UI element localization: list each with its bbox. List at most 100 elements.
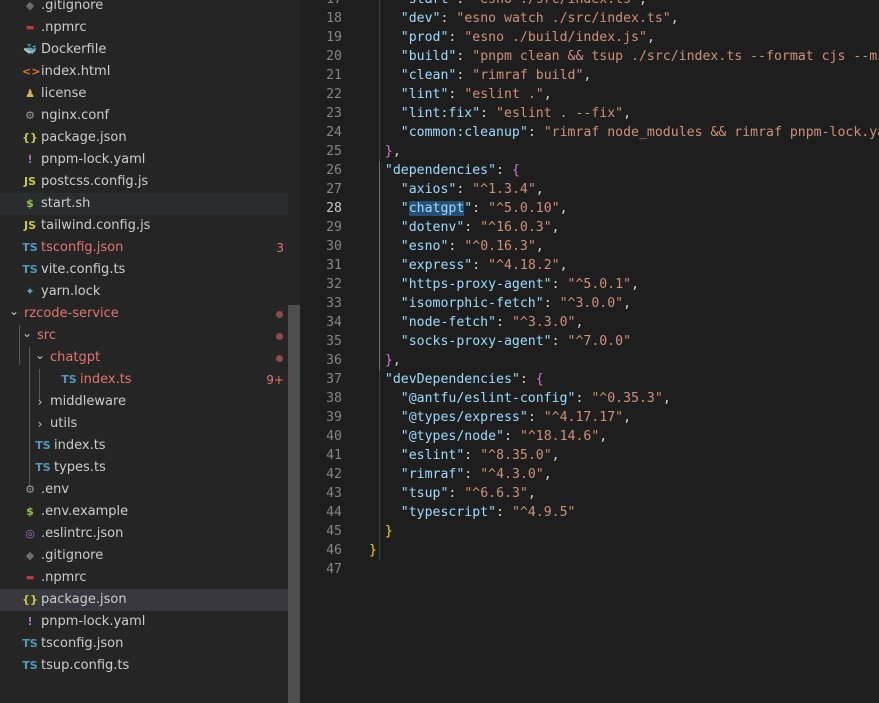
code-line[interactable]: "typescript": "^4.9.5" xyxy=(369,503,576,522)
folder-item[interactable]: ⌄ chatgpt xyxy=(0,347,288,369)
line-number: 18 xyxy=(326,11,342,26)
code-line[interactable]: "chatgpt": "^5.0.10", xyxy=(369,199,568,218)
line-number: 28 xyxy=(326,201,342,216)
file-item[interactable]: ▬ .npmrc xyxy=(0,17,288,39)
file-item[interactable]: ✦ yarn.lock xyxy=(0,281,288,303)
file-item[interactable]: TS vite.config.ts xyxy=(0,259,288,281)
file-label: tsconfig.json xyxy=(41,240,124,255)
code-line[interactable]: "eslint": "^8.35.0", xyxy=(369,446,560,465)
modified-dot-indicator xyxy=(276,355,283,362)
file-item[interactable]: ▬ .npmrc xyxy=(0,567,288,589)
code-line[interactable]: "lint": "eslint .", xyxy=(369,85,552,104)
code-line[interactable]: "@types/express": "^4.17.17", xyxy=(369,408,631,427)
file-item[interactable]: JS tailwind.config.js xyxy=(0,215,288,237)
file-label: pnpm-lock.yaml xyxy=(41,152,146,167)
code-line[interactable]: "tsup": "^6.6.3", xyxy=(369,484,536,503)
code-line[interactable]: "node-fetch": "^3.3.0", xyxy=(369,313,584,332)
code-line[interactable]: "start": "esno ./src/index.ts", xyxy=(369,0,647,9)
file-item[interactable]: $ .env.example xyxy=(0,501,288,523)
code-line[interactable]: "isomorphic-fetch": "^3.0.0", xyxy=(369,294,631,313)
chevron-right-icon[interactable]: › xyxy=(34,391,46,413)
chevron-down-icon[interactable]: ⌄ xyxy=(34,347,46,369)
file-label: tsup.config.ts xyxy=(41,658,130,673)
file-item[interactable]: TS tsconfig.json xyxy=(0,633,288,655)
line-number: 26 xyxy=(326,163,342,178)
chevron-down-icon[interactable]: ⌄ xyxy=(21,325,33,347)
problem-count-badge: 3 xyxy=(276,241,284,255)
file-label: .gitignore xyxy=(41,0,104,13)
line-number: 27 xyxy=(326,182,342,197)
modified-dot-indicator xyxy=(276,333,283,340)
file-item[interactable]: <> index.html xyxy=(0,61,288,83)
code-line[interactable]: "socks-proxy-agent": "^7.0.0" xyxy=(369,332,631,351)
file-item[interactable]: ! pnpm-lock.yaml xyxy=(0,149,288,171)
code-line[interactable]: }, xyxy=(369,351,401,370)
code-line[interactable]: "common:cleanup": "rimraf node_modules &… xyxy=(369,123,879,142)
file-item[interactable]: TS index.ts xyxy=(0,435,288,457)
ts-icon: TS xyxy=(61,373,77,386)
file-label: yarn.lock xyxy=(41,284,101,299)
line-number: 35 xyxy=(326,334,342,349)
html-icon: <> xyxy=(22,65,41,78)
file-item[interactable]: JS postcss.config.js xyxy=(0,171,288,193)
code-line[interactable]: "esno": "^0.16.3", xyxy=(369,237,544,256)
code-line[interactable]: "clean": "rimraf build", xyxy=(369,66,592,85)
file-label: .npmrc xyxy=(41,20,87,35)
chevron-down-icon[interactable]: ⌄ xyxy=(8,303,20,325)
line-number: 24 xyxy=(326,125,342,140)
sidebar-scrollbar[interactable] xyxy=(288,305,300,703)
file-label: .env xyxy=(41,482,70,497)
code-line[interactable]: } xyxy=(369,522,393,541)
file-item[interactable]: ! pnpm-lock.yaml xyxy=(0,611,288,633)
code-line[interactable]: } xyxy=(369,541,377,560)
file-item[interactable]: ♟ license xyxy=(0,83,288,105)
chevron-right-icon[interactable]: › xyxy=(34,413,46,435)
folder-item[interactable]: › middleware xyxy=(0,391,288,413)
file-item[interactable]: TS tsup.config.ts xyxy=(0,655,288,677)
code-line[interactable]: "dotenv": "^16.0.3", xyxy=(369,218,560,237)
file-item[interactable]: TS tsconfig.json 3 xyxy=(0,237,288,259)
code-editor[interactable]: 17 "start": "esno ./src/index.ts", 18 "de… xyxy=(300,0,879,703)
folder-item[interactable]: ⌄ rzcode-service xyxy=(0,303,288,325)
file-item[interactable]: {} package.json xyxy=(0,589,288,611)
ts-icon: TS xyxy=(35,461,51,474)
file-item[interactable]: ⚙ nginx.conf xyxy=(0,105,288,127)
file-item[interactable]: ◎ .eslintrc.json xyxy=(0,523,288,545)
npm-icon: ▬ xyxy=(25,573,35,583)
file-label: index.html xyxy=(41,64,111,79)
code-line[interactable]: "@antfu/eslint-config": "^0.35.3", xyxy=(369,389,671,408)
code-line[interactable]: "dependencies": { xyxy=(369,161,520,180)
code-line[interactable]: "express": "^4.18.2", xyxy=(369,256,568,275)
file-item[interactable]: TS types.ts xyxy=(0,457,288,479)
file-label: vite.config.ts xyxy=(41,262,126,277)
file-item[interactable]: 🐳 Dockerfile xyxy=(0,39,288,61)
folder-item[interactable]: › utils xyxy=(0,413,288,435)
shell-icon: $ xyxy=(26,505,34,518)
file-item[interactable]: {} package.json xyxy=(0,127,288,149)
code-line[interactable]: "devDependencies": { xyxy=(369,370,544,389)
code-line[interactable]: }, xyxy=(369,142,401,161)
line-number: 17 xyxy=(300,0,342,9)
file-label: middleware xyxy=(50,394,127,409)
file-item[interactable]: ◆ .gitignore xyxy=(0,545,288,567)
code-line[interactable]: "axios": "^1.3.4", xyxy=(369,180,544,199)
code-line[interactable]: "lint:fix": "eslint . --fix", xyxy=(369,104,631,123)
file-item[interactable]: $ start.sh xyxy=(0,193,288,215)
file-item[interactable]: ⚙ .env xyxy=(0,479,288,501)
code-line[interactable]: "prod": "esno ./build/index.js", xyxy=(369,28,655,47)
eslint-icon: ◎ xyxy=(25,527,35,540)
file-item[interactable]: TS index.ts 9+ xyxy=(0,369,288,391)
file-label: types.ts xyxy=(54,460,106,475)
code-line[interactable]: "https-proxy-agent": "^5.0.1", xyxy=(369,275,639,294)
folder-item[interactable]: ⌄ src xyxy=(0,325,288,347)
code-line[interactable]: "build": "pnpm clean && tsup ./src/index… xyxy=(369,47,879,66)
file-item[interactable]: ◆ .gitignore xyxy=(0,0,288,17)
file-label: tsconfig.json xyxy=(41,636,124,651)
file-label: postcss.config.js xyxy=(41,174,149,189)
code-line[interactable]: "dev": "esno watch ./src/index.ts", xyxy=(369,9,679,28)
code-line[interactable]: "@types/node": "^18.14.6", xyxy=(369,427,607,446)
line-number: 37 xyxy=(326,372,342,387)
ts-icon: TS xyxy=(22,263,38,276)
code-line[interactable]: "rimraf": "^4.3.0", xyxy=(369,465,552,484)
file-label: Dockerfile xyxy=(41,42,107,57)
